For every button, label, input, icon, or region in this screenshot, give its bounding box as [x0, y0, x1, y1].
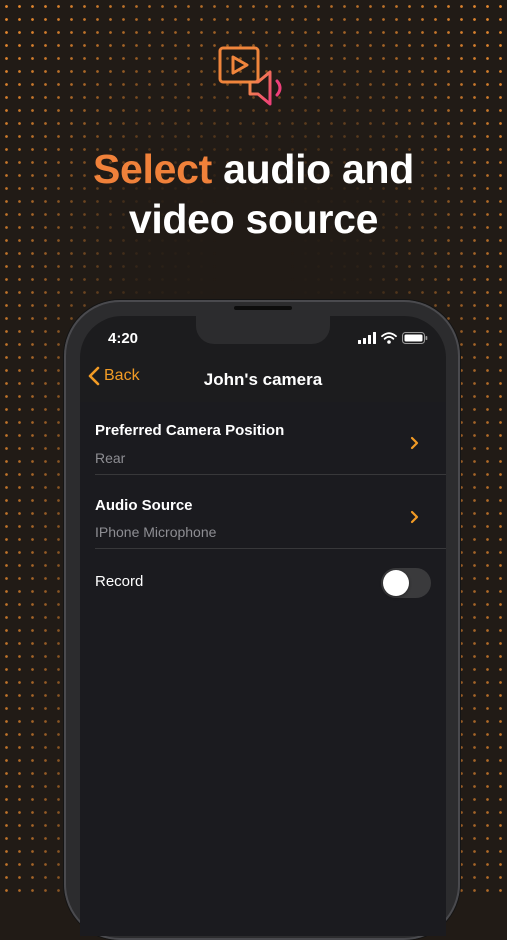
headline-accent: Select: [92, 146, 212, 192]
wifi-icon: [381, 332, 397, 344]
record-toggle[interactable]: [381, 568, 431, 598]
phone-screen: 4:20 Back John's camera Preferred Camera…: [80, 316, 446, 936]
status-time: 4:20: [108, 330, 139, 347]
video-audio-source-icon: [218, 46, 282, 106]
battery-icon: [402, 332, 428, 344]
status-icons: [358, 332, 428, 344]
phone-notch: [196, 316, 330, 344]
navigation-bar: Back John's camera: [80, 360, 446, 400]
preferred-camera-position-row[interactable]: Preferred Camera Position Rear: [80, 402, 446, 474]
phone-speaker: [234, 306, 292, 310]
signal-icon: [358, 332, 376, 344]
row-value: IPhone Microphone: [95, 524, 217, 540]
chevron-right-icon: [410, 510, 419, 524]
row-title: Preferred Camera Position: [95, 422, 285, 439]
audio-source-row[interactable]: Audio Source IPhone Microphone: [80, 475, 446, 548]
headline-line-2: video source: [128, 196, 379, 242]
row-title: Audio Source: [95, 497, 193, 514]
nav-title: John's camera: [203, 370, 323, 389]
chevron-right-icon: [410, 436, 419, 450]
headline: Select audio and video source: [0, 144, 507, 244]
headline-rest: audio and: [211, 146, 414, 192]
record-label: Record: [95, 573, 144, 590]
toggle-knob: [383, 570, 409, 596]
row-value: Rear: [95, 450, 126, 466]
settings-list: Preferred Camera Position Rear Audio Sou…: [80, 402, 446, 936]
